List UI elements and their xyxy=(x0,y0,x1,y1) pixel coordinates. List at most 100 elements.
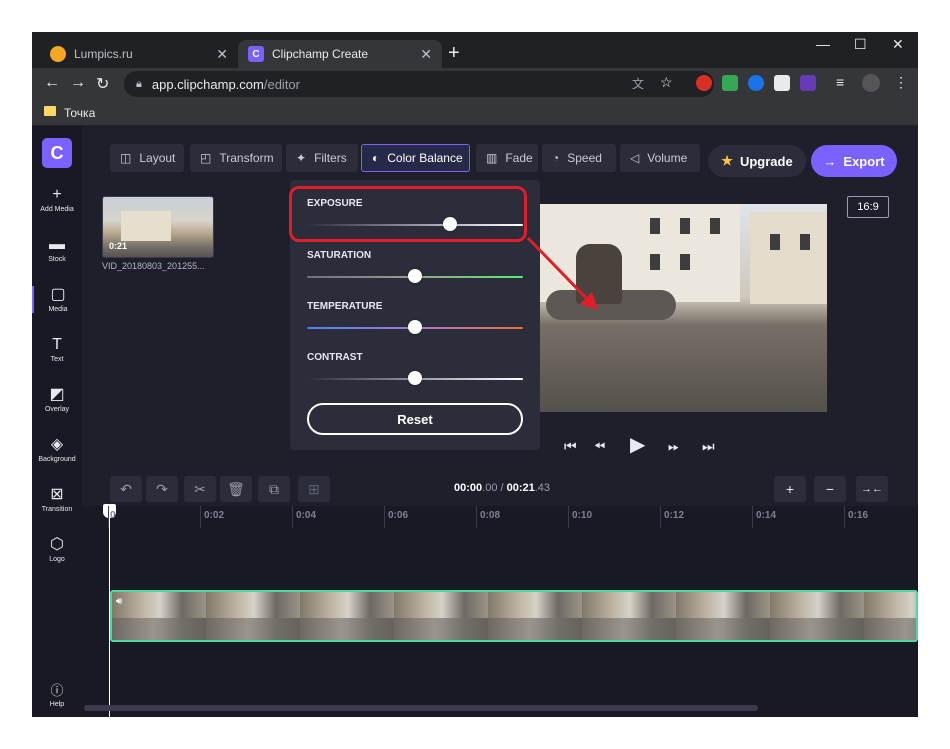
plus-icon: + xyxy=(52,186,62,203)
tool-layout[interactable]: ◫ Layout xyxy=(110,144,184,172)
translate-icon[interactable]: 文 xyxy=(632,75,644,92)
sidebar-item-help[interactable]: ⓘ Help xyxy=(32,680,82,708)
sidebar-item-stock[interactable]: ▬ Stock xyxy=(32,236,82,263)
thumbnail-image xyxy=(121,211,171,241)
reading-list-icon[interactable]: ≡ xyxy=(836,74,844,90)
menu-dots-icon[interactable]: ⋮ xyxy=(894,74,908,91)
media-thumbnail[interactable]: 0:21 xyxy=(102,196,214,258)
clip-volume-icon[interactable]: 🔊︎ xyxy=(116,596,122,607)
sidebar-item-label: Help xyxy=(49,701,65,708)
tab-clipchamp[interactable]: C Clipchamp Create ✕ xyxy=(238,40,442,68)
layout-icon: ◫ xyxy=(120,151,132,165)
rewind-icon[interactable]: ⏪︎ xyxy=(594,438,605,455)
ruler-tick-line xyxy=(660,506,661,528)
bookmark-item[interactable]: Точка xyxy=(64,106,95,120)
undo-icon[interactable]: ↶ xyxy=(110,476,142,502)
fit-timeline-icon[interactable]: →← xyxy=(856,476,888,502)
duplicate-icon[interactable]: ⧉ xyxy=(258,476,290,502)
tool-label: Filters xyxy=(314,151,347,165)
tool-fade[interactable]: ▥ Fade xyxy=(476,144,538,172)
export-button[interactable]: → Export xyxy=(811,145,897,177)
export-label: Export xyxy=(843,153,885,169)
sidebar-item-background[interactable]: ◈ Background xyxy=(32,436,82,463)
fast-forward-icon[interactable]: ⏩︎ xyxy=(668,438,679,455)
zoom-in-icon[interactable]: + xyxy=(774,476,806,502)
tool-transform[interactable]: ◰ Transform xyxy=(190,144,282,172)
url-host: app.clipchamp.com xyxy=(151,76,264,92)
play-icon[interactable]: ▶ xyxy=(630,432,645,457)
preview-window xyxy=(650,254,660,270)
url-path: /editor xyxy=(263,76,300,92)
filters-icon: ✦ xyxy=(296,151,307,165)
timeline-scrollbar[interactable] xyxy=(84,705,758,711)
close-tab-icon[interactable]: ✕ xyxy=(216,46,228,63)
clipchamp-favicon-icon: C xyxy=(248,46,264,62)
clip-duration: 0:21 xyxy=(109,241,128,251)
back-icon[interactable]: ← xyxy=(44,74,60,92)
overlay-icon: ◩ xyxy=(49,386,65,403)
tool-label: Color Balance xyxy=(387,151,463,165)
transform-icon: ◰ xyxy=(200,151,212,165)
tab-title: Clipchamp Create xyxy=(272,47,369,61)
avatar[interactable] xyxy=(862,74,880,92)
sidebar-item-text[interactable]: T Text xyxy=(32,336,82,363)
tool-color-balance[interactable]: ◐ Color Balance xyxy=(361,144,470,172)
temperature-slider-knob[interactable] xyxy=(408,320,422,334)
extension-ad-icon[interactable] xyxy=(800,75,816,91)
tool-label: Volume xyxy=(647,151,688,165)
ruler-tick-line xyxy=(476,506,477,528)
address-bar[interactable]: 🔒︎ app.clipchamp.com/editor xyxy=(124,71,714,97)
extension-opera-icon[interactable] xyxy=(696,75,712,91)
timeline-clip[interactable]: 🔊︎ xyxy=(110,590,918,642)
contrast-label: CONTRAST xyxy=(307,352,363,363)
scissors-icon[interactable]: ✂ xyxy=(184,476,216,502)
forward-icon[interactable]: → xyxy=(70,74,86,92)
saturation-slider-knob[interactable] xyxy=(408,269,422,283)
ruler-tick-label: 0:08 xyxy=(480,510,501,521)
sidebar-item-overlay[interactable]: ◩ Overlay xyxy=(32,386,82,413)
minimize-icon[interactable]: — xyxy=(816,36,830,52)
sidebar-item-logo[interactable]: ⬡ Logo xyxy=(32,536,82,563)
zoom-out-icon[interactable]: − xyxy=(814,476,846,502)
tool-filters[interactable]: ✦ Filters xyxy=(286,144,358,172)
maximize-icon[interactable]: ☐ xyxy=(854,36,867,53)
close-icon[interactable]: ✕ xyxy=(892,36,904,53)
sidebar-item-label: Overlay xyxy=(44,406,70,413)
copy-to-icon[interactable]: ⊞ xyxy=(298,476,330,502)
tool-volume[interactable]: ◁ Volume xyxy=(620,144,700,172)
aspect-ratio-button[interactable]: 16:9 xyxy=(847,196,889,218)
redo-icon[interactable]: ↷ xyxy=(146,476,178,502)
clipchamp-logo[interactable]: C xyxy=(42,138,72,168)
transition-icon: ⊠ xyxy=(50,486,64,503)
tool-speed[interactable]: ◔ Speed xyxy=(542,144,616,172)
extension-cube-icon[interactable] xyxy=(774,75,790,91)
sidebar-item-label: Add Media xyxy=(40,206,74,213)
ruler-tick-line xyxy=(292,506,293,528)
reload-icon[interactable]: ↻ xyxy=(96,74,109,94)
fade-icon: ▥ xyxy=(486,151,498,165)
sidebar-item-add-media[interactable]: + Add Media xyxy=(32,186,82,213)
close-tab-icon[interactable]: ✕ xyxy=(420,46,432,63)
bookmark-star-icon[interactable]: ☆ xyxy=(660,74,673,91)
arrow-right-icon: → xyxy=(823,153,837,169)
sidebar-item-media[interactable]: ▢ Media xyxy=(32,286,82,313)
preview-window xyxy=(770,234,780,250)
skip-end-icon[interactable]: ⏭︎ xyxy=(702,438,715,455)
reset-button[interactable]: Reset xyxy=(307,403,523,435)
contrast-slider-knob[interactable] xyxy=(408,371,422,385)
extension-globe-icon[interactable] xyxy=(748,75,764,91)
skip-start-icon[interactable]: ⏮︎ xyxy=(564,438,577,455)
trash-icon[interactable]: 🗑︎ xyxy=(220,476,252,502)
upgrade-button[interactable]: ★ Upgrade xyxy=(708,145,806,177)
temperature-label: TEMPERATURE xyxy=(307,301,383,312)
ruler-tick-label: 0:04 xyxy=(296,510,317,521)
ruler-tick-label: 0:12 xyxy=(664,510,685,521)
folder-icon xyxy=(44,106,56,116)
extension-check-icon[interactable] xyxy=(722,75,738,91)
browser-toolbar: ← → ↻ 🔒︎ app.clipchamp.com/editor 文 ☆ ≡ … xyxy=(32,68,918,100)
plus-icon[interactable]: + xyxy=(448,42,460,65)
tab-lumpics[interactable]: Lumpics.ru ✕ xyxy=(40,40,238,68)
ruler-tick-label: 0:16 xyxy=(848,510,869,521)
sidebar-item-transition[interactable]: ⊠ Transition xyxy=(32,486,82,513)
help-icon: ⓘ xyxy=(50,683,64,698)
